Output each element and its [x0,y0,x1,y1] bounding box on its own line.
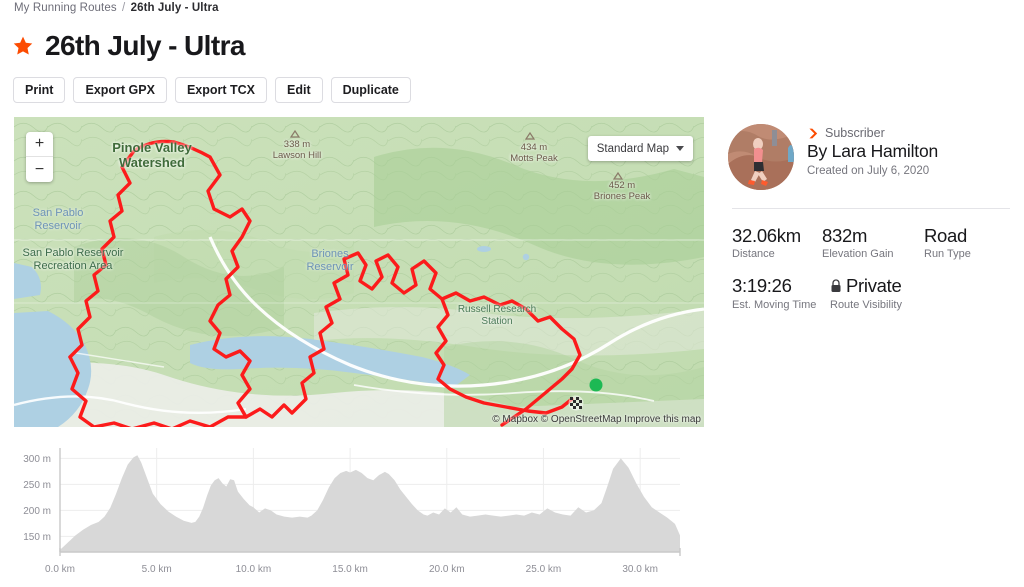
sidebar-divider [732,208,1010,209]
title-row: 26th July - Ultra [12,32,245,60]
map-attribution[interactable]: © Mapbox © OpenStreetMap Improve this ma… [492,414,701,425]
stat-route-visibility: Private Route Visibility [830,275,902,310]
stat-run-type-value: Road [924,225,968,246]
route-detail-page: My Running Routes / 26th July - Ultra 26… [0,0,1024,587]
svg-text:5.0 km: 5.0 km [142,564,172,575]
svg-text:25.0 km: 25.0 km [526,564,562,575]
elevation-profile-chart[interactable]: 150 m 200 m 250 m 300 m 0.0 km 5.0 km 10.0 km 1… [0,440,704,587]
created-date: Created on July 6, 2020 [807,165,930,177]
stat-moving-time-label: Est. Moving Time [732,298,817,311]
author-meta: Subscriber By Lara Hamilton Created on J… [807,124,938,177]
stat-route-visibility-value-wrap: Private [830,275,902,296]
map-style-dropdown[interactable]: Standard Map [587,136,693,161]
svg-text:15.0 km: 15.0 km [332,564,368,575]
svg-text:10.0 km: 10.0 km [236,564,272,575]
breadcrumb-separator: / [122,2,126,14]
start-marker [589,378,603,392]
breadcrumb-current: 26th July - Ultra [130,2,219,14]
svg-text:250 m: 250 m [23,480,51,491]
page-title: 26th July - Ultra [45,30,245,61]
stat-route-visibility-label: Route Visibility [830,298,902,311]
stat-elevation-gain-value: 832m [822,225,868,246]
chart-area-series [60,455,680,552]
route-stats: 32.06km Distance 832m Elevation Gain Roa… [728,225,1014,311]
finish-marker [568,395,584,411]
chevron-down-icon [676,146,684,151]
svg-text:30.0 km: 30.0 km [622,564,658,575]
stat-run-type: Road Run Type [924,225,971,260]
export-gpx-button[interactable]: Export GPX [73,77,167,103]
stat-distance-value: 32.06km [732,225,801,246]
svg-text:200 m: 200 m [23,506,51,517]
stats-row-primary: 32.06km Distance 832m Elevation Gain Roa… [732,225,1014,260]
breadcrumb: My Running Routes / 26th July - Ultra [14,2,219,14]
map-canvas [14,117,704,427]
subscriber-badge: Subscriber [807,126,938,140]
svg-text:0.0 km: 0.0 km [45,564,75,575]
stat-run-type-label: Run Type [924,248,971,261]
stat-distance-label: Distance [732,248,775,261]
edit-button[interactable]: Edit [275,77,323,103]
subscriber-label: Subscriber [825,126,885,140]
route-map[interactable]: Pinole Valley Watershed San Pablo Reserv… [14,117,704,427]
svg-text:150 m: 150 m [23,532,51,543]
action-button-group: Print Export GPX Export TCX Edit Duplica… [13,77,411,103]
stats-row-secondary: 3:19:26 Est. Moving Time Private Route V… [732,275,1014,310]
stat-moving-time: 3:19:26 Est. Moving Time [732,275,830,310]
breadcrumb-parent-link[interactable]: My Running Routes [14,2,117,14]
stat-elevation-gain: 832m Elevation Gain [822,225,924,260]
duplicate-button[interactable]: Duplicate [330,77,411,103]
subscriber-chevron-icon [809,128,818,138]
stat-moving-time-value: 3:19:26 [732,275,792,297]
map-zoom-controls: + − [26,132,53,182]
stat-route-visibility-value: Private [846,275,902,297]
stat-distance: 32.06km Distance [732,225,822,260]
stat-elevation-gain-label: Elevation Gain [822,248,894,261]
svg-text:300 m: 300 m [23,454,51,465]
export-tcx-button[interactable]: Export TCX [174,77,268,103]
author-name: By Lara Hamilton [807,141,939,161]
avatar[interactable] [728,124,794,190]
print-button[interactable]: Print [13,77,66,103]
author-row: Subscriber By Lara Hamilton Created on J… [728,124,1014,190]
zoom-in-button[interactable]: + [26,132,53,157]
map-style-dropdown-label: Standard Map [596,142,669,155]
zoom-out-button[interactable]: − [26,157,53,182]
star-icon[interactable] [12,35,34,57]
lock-icon [831,279,841,292]
svg-text:20.0 km: 20.0 km [429,564,465,575]
elevation-chart-canvas: 150 m 200 m 250 m 300 m 0.0 km 5.0 km 10.0 km 1… [23,448,681,575]
route-sidebar: Subscriber By Lara Hamilton Created on J… [728,124,1014,311]
